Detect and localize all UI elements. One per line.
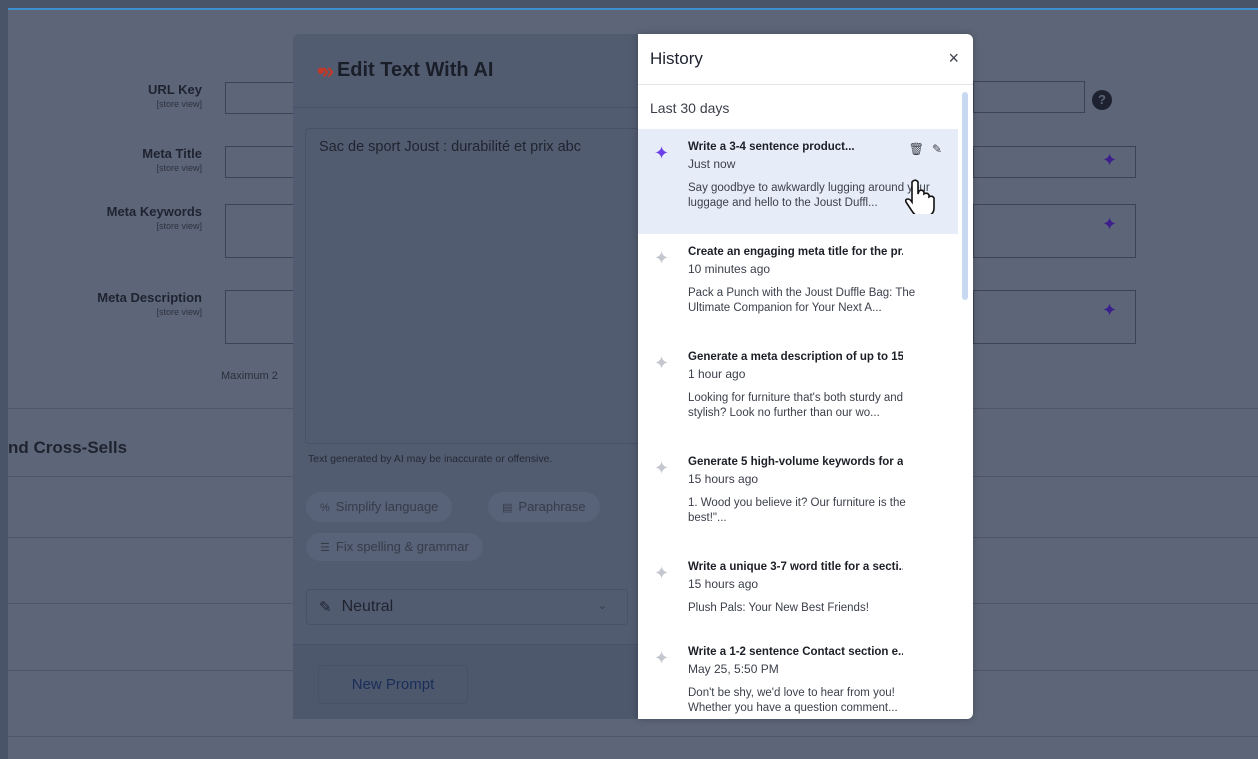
pen-icon: ✎ [319,599,332,616]
sparkle-icon[interactable]: ✦ [1102,150,1117,171]
history-item-time: May 25, 5:50 PM [688,662,779,676]
ai-disclaimer: Text generated by AI may be inaccurate o… [308,453,553,465]
scrollbar[interactable] [962,92,968,300]
sparkle-icon[interactable]: ✦ [1102,214,1117,235]
history-item[interactable]: ✦ Create an engaging meta title for the … [638,234,958,339]
ai-chevrons-logo: •» [317,57,334,83]
sparkle-icon[interactable]: ✦ [1102,300,1117,321]
history-item-title: Write a 1-2 sentence Contact section e..… [688,646,903,658]
question-circle-icon[interactable]: ? [1092,90,1112,110]
divider [8,736,1258,737]
modal-footer: New Prompt [293,644,653,719]
history-item-time: 15 hours ago [688,472,759,486]
meta-keywords-label: Meta Keywords [106,204,202,219]
history-item[interactable]: ✦ Generate 5 high-volume keywords for a.… [638,444,958,549]
sparkle-icon: ✦ [654,458,670,478]
modal-header: •» Edit Text With AI [293,34,653,108]
history-item-snippet: Plush Pals: Your New Best Friends! [688,602,869,614]
url-key-input-right[interactable] [973,81,1085,113]
edit-text-modal: •» Edit Text With AI Sac de sport Joust … [293,34,653,719]
meta-title-label: Meta Title [142,146,202,161]
history-item-snippet: Don't be shy, we'd love to hear from you… [688,687,898,714]
meta-title-scope: [store view] [156,163,202,173]
pencil-icon[interactable]: ✎ [932,142,942,156]
history-item-time: 15 hours ago [688,577,759,591]
simplify-language-chip[interactable]: % Simplify language [306,492,453,522]
simplify-icon: % [320,502,330,514]
history-item-title: Write a 3-4 sentence product... [688,141,855,153]
history-panel: History × Last 30 days ✦ Write a 3-4 sen… [638,34,973,719]
url-key-label: URL Key [148,82,202,97]
new-prompt-button[interactable]: New Prompt [318,665,468,704]
history-list: ✦ Write a 3-4 sentence product... Just n… [638,129,958,719]
history-item-snippet: 1. Wood you believe it? Our furniture is… [688,497,906,524]
paraphrase-icon: ▤ [502,502,513,514]
generated-text-area[interactable]: Sac de sport Joust : durabilité et prix … [305,128,645,444]
history-item-title: Create an engaging meta title for the pr… [688,246,903,258]
history-section-label: Last 30 days [650,100,730,116]
sparkle-icon: ✦ [654,248,670,268]
section-title[interactable]: nd Cross-Sells [8,438,127,458]
history-item-title: Generate 5 high-volume keywords for a... [688,456,903,468]
history-title: History [650,49,703,68]
sparkle-icon: ✦ [654,648,670,668]
history-item-title: Generate a meta description of up to 15.… [688,351,903,363]
sparkle-icon: ✦ [654,563,670,583]
history-item-snippet: Pack a Punch with the Joust Duffle Bag: … [688,287,916,314]
sparkle-icon: ✦ [654,143,670,163]
history-item-time: 10 minutes ago [688,262,771,276]
tone-value: Neutral [341,598,394,615]
maximum-note: Maximum 2 [221,370,278,382]
meta-keywords-scope: [store view] [156,221,202,231]
meta-description-label: Meta Description [97,290,202,305]
history-item[interactable]: ✦ Generate a meta description of up to 1… [638,339,958,444]
meta-description-scope: [store view] [156,307,202,317]
tone-select[interactable]: ✎ Neutral ⌄ [306,589,628,625]
history-item-time: Just now [688,157,736,171]
url-key-scope: [store view] [156,99,202,109]
history-item-title: Write a unique 3-7 word title for a sect… [688,561,903,573]
sparkle-icon: ✦ [654,353,670,373]
hand-cursor-icon [904,179,935,214]
list-icon: ☰ [320,542,330,554]
paraphrase-chip[interactable]: ▤ Paraphrase [488,492,600,522]
trash-icon[interactable]: 🗑 [909,142,924,156]
history-header: History [638,34,973,85]
history-item-snippet: Looking for furniture that's both sturdy… [688,392,904,419]
history-item[interactable]: ✦ Write a unique 3-7 word title for a se… [638,549,958,634]
modal-title: Edit Text With AI [336,59,494,81]
history-item[interactable]: ✦ Write a 1-2 sentence Contact section e… [638,634,958,719]
chevron-down-icon: ⌄ [597,600,607,612]
history-item-time: 1 hour ago [688,367,746,381]
close-icon[interactable]: × [948,48,959,69]
fix-spelling-chip[interactable]: ☰ Fix spelling & grammar [306,533,483,561]
